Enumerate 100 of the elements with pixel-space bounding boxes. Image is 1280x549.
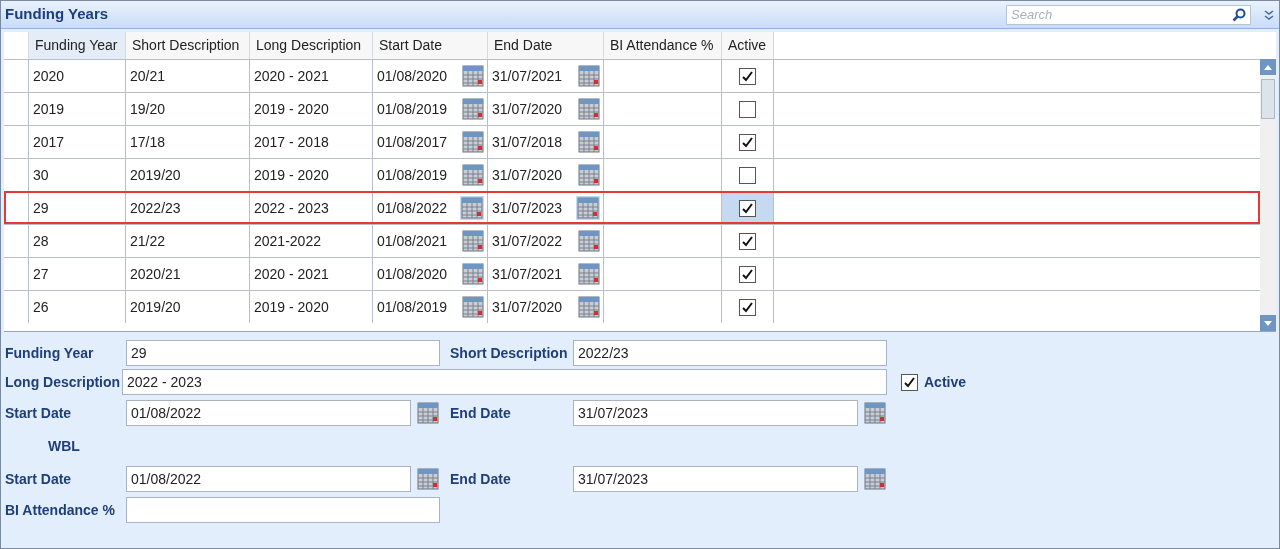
calendar-icon[interactable] xyxy=(462,296,484,318)
table-cell-text: 31/07/2022 xyxy=(492,231,563,251)
scrollbar-thumb[interactable] xyxy=(1261,79,1275,119)
table-cell-text: 2021-2022 xyxy=(254,231,321,251)
search-icon[interactable] xyxy=(1232,7,1246,22)
table-row[interactable]: 30 2019/20 2019 - 2020 01/08/2019 31/07/2020 xyxy=(4,158,1260,191)
table-row[interactable]: 26 2019/20 2019 - 2020 01/08/2019 31/07/2020 xyxy=(4,290,1260,323)
window-title: Funding Years xyxy=(5,4,109,25)
scrollbar[interactable] xyxy=(1260,59,1276,331)
checkbox[interactable] xyxy=(739,67,756,85)
field-label: WBL xyxy=(48,436,80,456)
checkbox[interactable] xyxy=(739,232,756,250)
table-cell-text: 2017 - 2018 xyxy=(254,132,329,152)
table-cell-text: 2019/20 xyxy=(130,165,181,185)
table-cell-text: 31/07/2021 xyxy=(492,264,563,284)
table-cell-text: 2020 - 2021 xyxy=(254,66,329,86)
table-cell-text: 2022 - 2023 xyxy=(254,198,329,218)
checkbox[interactable] xyxy=(739,100,756,118)
field-label: End Date xyxy=(450,403,512,423)
column-header[interactable]: Short Description xyxy=(126,32,250,59)
field-label: Start Date xyxy=(5,403,73,423)
table-cell-text: 2017 xyxy=(33,132,65,152)
calendar-icon[interactable] xyxy=(462,65,484,87)
table-cell-text: 01/08/2021 xyxy=(377,231,448,251)
checkbox[interactable] xyxy=(739,298,756,316)
table-cell-text: 30 xyxy=(33,165,49,185)
calendar-icon[interactable] xyxy=(461,197,483,219)
scroll-down-icon[interactable] xyxy=(1264,320,1272,326)
calendar-icon[interactable] xyxy=(578,263,600,285)
calendar-icon[interactable] xyxy=(462,131,484,153)
double-chevron-icon[interactable] xyxy=(1263,8,1275,21)
checkmark-icon xyxy=(741,300,754,314)
table-row[interactable]: 27 2020/21 2020 - 2021 01/08/2020 31/07/2021 xyxy=(4,257,1260,290)
calendar-icon[interactable] xyxy=(417,468,439,490)
table-cell-text: 01/08/2017 xyxy=(377,132,448,152)
checkbox[interactable] xyxy=(901,373,918,391)
calendar-icon[interactable] xyxy=(462,230,484,252)
table-cell-text: 2019 xyxy=(33,99,65,119)
calendar-icon[interactable] xyxy=(577,197,599,219)
long-description-field[interactable]: 2022 - 2023 xyxy=(122,369,887,395)
calendar-icon[interactable] xyxy=(462,98,484,120)
column-header[interactable]: Funding Year xyxy=(29,32,126,59)
checkbox[interactable] xyxy=(739,166,756,184)
checkmark-icon xyxy=(741,135,754,149)
table-row[interactable]: 2019 19/20 2019 - 2020 01/08/2019 31/07/2020 xyxy=(4,92,1260,125)
checkbox[interactable] xyxy=(739,133,756,151)
table-cell-text: 2019/20 xyxy=(130,297,181,317)
table-cell-text: 01/08/2019 xyxy=(377,165,448,185)
table-row[interactable]: 28 21/22 2021-2022 01/08/2021 31/07/2022 xyxy=(4,224,1260,257)
checkbox[interactable] xyxy=(739,199,756,217)
column-header[interactable]: Start Date xyxy=(373,32,488,59)
table-cell-text: 31/07/2021 xyxy=(492,66,563,86)
table-cell-text: 19/20 xyxy=(130,99,166,119)
table-row[interactable]: 2017 17/18 2017 - 2018 01/08/2017 31/07/2018 xyxy=(4,125,1260,158)
column-header[interactable]: Active xyxy=(722,32,774,59)
calendar-icon[interactable] xyxy=(462,164,484,186)
table-row[interactable]: 2020 20/21 2020 - 2021 01/08/2020 31/07/2021 xyxy=(4,59,1260,92)
table-cell-text: 2019 - 2020 xyxy=(254,165,329,185)
column-header[interactable]: End Date xyxy=(488,32,604,59)
table-cell-text: 2020 - 2021 xyxy=(254,264,329,284)
table-cell-text: 31/07/2018 xyxy=(492,132,563,152)
end-date-field[interactable]: 31/07/2023 xyxy=(573,400,858,426)
field-label: Short Description xyxy=(450,343,569,363)
calendar-icon[interactable] xyxy=(578,65,600,87)
funding-year-field[interactable]: 29 xyxy=(126,340,440,366)
checkbox[interactable] xyxy=(739,265,756,283)
calendar-icon[interactable] xyxy=(578,230,600,252)
calendar-icon[interactable] xyxy=(864,402,886,424)
checkmark-icon xyxy=(741,69,754,83)
calendar-icon[interactable] xyxy=(462,263,484,285)
table-row[interactable]: 29 2022/23 2022 - 2023 01/08/2022 31/07/2023 xyxy=(4,191,1260,224)
calendar-icon[interactable] xyxy=(417,402,439,424)
table-cell-text: 01/08/2019 xyxy=(377,99,448,119)
start-date-field[interactable]: 01/08/2022 xyxy=(126,400,411,426)
start-date-field[interactable]: 01/08/2022 xyxy=(126,466,411,492)
bi-attendance-field[interactable] xyxy=(126,497,440,523)
column-header[interactable]: BI Attendance % xyxy=(604,32,722,59)
calendar-icon[interactable] xyxy=(578,164,600,186)
table-cell-text: 21/22 xyxy=(130,231,166,251)
scroll-up-icon[interactable] xyxy=(1264,64,1272,70)
table-cell-text: 31/07/2020 xyxy=(492,99,563,119)
table-cell-text: 2020 xyxy=(33,66,65,86)
field-label: BI Attendance % xyxy=(5,500,116,520)
calendar-icon[interactable] xyxy=(864,468,886,490)
column-header[interactable]: Long Description xyxy=(250,32,373,59)
short-description-field[interactable]: 2022/23 xyxy=(573,340,887,366)
checkmark-icon xyxy=(741,234,754,248)
table-cell-text: 31/07/2020 xyxy=(492,165,563,185)
table-cell-text: 2020/21 xyxy=(130,264,181,284)
end-date-field[interactable]: 31/07/2023 xyxy=(573,466,858,492)
table-cell-text: 01/08/2020 xyxy=(377,66,448,86)
table-cell-text: 29 xyxy=(33,198,49,218)
field-label: Funding Year xyxy=(5,343,95,363)
calendar-icon[interactable] xyxy=(578,296,600,318)
calendar-icon[interactable] xyxy=(578,98,600,120)
table-cell-text: 01/08/2020 xyxy=(377,264,448,284)
table-cell-text: 17/18 xyxy=(130,132,166,152)
calendar-icon[interactable] xyxy=(578,131,600,153)
table-cell-text: 28 xyxy=(33,231,49,251)
checkmark-icon xyxy=(903,375,916,389)
